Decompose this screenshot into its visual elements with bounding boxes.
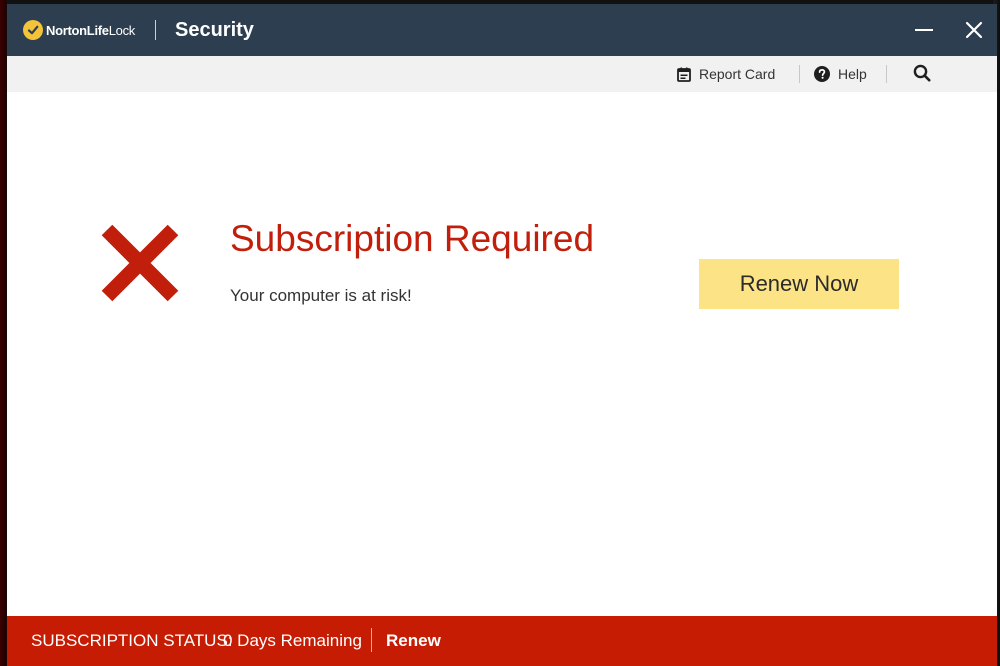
app-title: Security — [175, 19, 254, 41]
renew-link[interactable]: Renew — [386, 631, 441, 651]
status-headline: Subscription Required — [230, 218, 595, 259]
toolbar-divider — [799, 65, 800, 83]
renew-now-button[interactable]: Renew Now — [699, 259, 899, 309]
help-button[interactable]: Help — [814, 56, 867, 92]
close-button[interactable] — [960, 16, 988, 44]
status-message: Your computer is at risk! — [230, 286, 412, 305]
title-divider — [155, 20, 156, 40]
toolbar-divider — [886, 65, 887, 83]
status-divider — [371, 628, 372, 652]
help-label: Help — [838, 66, 867, 82]
checkmark-badge-icon — [23, 20, 43, 40]
search-icon — [913, 64, 931, 85]
report-card-button[interactable]: Report Card — [677, 56, 775, 92]
search-button[interactable] — [913, 56, 931, 92]
days-remaining-value: 0 Days Remaining — [223, 631, 362, 650]
brand-name: NortonLifeLock — [46, 22, 135, 38]
subscription-status-bar: SUBSCRIPTION STATUS: 0 Days Remaining Re… — [7, 616, 997, 666]
subscription-status-label: SUBSCRIPTION STATUS: — [31, 631, 233, 650]
minimize-icon — [915, 29, 933, 31]
report-card-icon — [677, 67, 691, 82]
title-bar: NortonLifeLock Security — [7, 4, 997, 56]
help-icon — [814, 66, 830, 82]
toolbar: Report Card Help — [7, 56, 997, 92]
norton-window: NortonLifeLock Security Report Card Help… — [7, 4, 997, 666]
red-x-icon — [101, 224, 179, 302]
report-card-label: Report Card — [699, 66, 776, 82]
nortonlifelock-logo: NortonLifeLock — [23, 18, 135, 42]
close-icon — [965, 21, 983, 39]
minimize-button[interactable] — [910, 16, 938, 44]
